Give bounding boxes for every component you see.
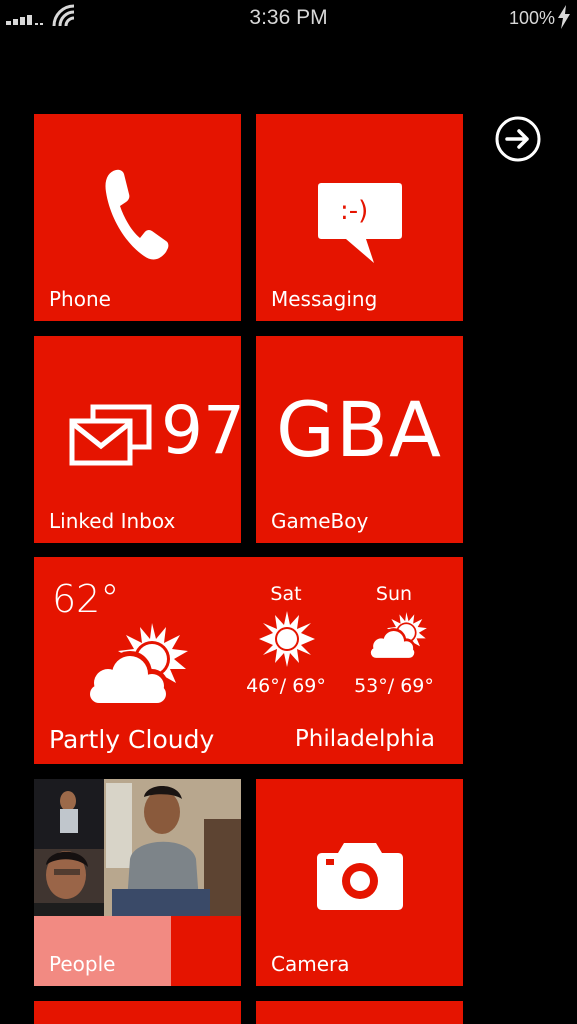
- tile-camera-label: Camera: [271, 952, 350, 976]
- status-bar: 3:36 PM 100%: [0, 0, 577, 36]
- weather-condition: Partly Cloudy: [49, 725, 215, 754]
- tile-camera[interactable]: Camera: [256, 779, 463, 986]
- gameboy-logo-text: GBA: [276, 385, 443, 474]
- camera-icon: [317, 843, 403, 910]
- charging-icon: [558, 5, 570, 29]
- tile-weather[interactable]: 62° Sat 46°/ 69° Sun 53°/ 69° Partly Clo…: [34, 557, 463, 764]
- sun-cloud-icon: [369, 612, 427, 659]
- phone-icon: [105, 169, 169, 260]
- tile-partial-left[interactable]: [34, 1001, 241, 1024]
- current-temperature: 62°: [52, 577, 120, 621]
- tile-gameboy-label: GameBoy: [271, 509, 369, 533]
- forecast-day-2: Sun: [375, 583, 413, 605]
- messaging-emoticon: :-): [340, 196, 369, 226]
- weather-city: Philadelphia: [294, 726, 435, 752]
- tile-people-label: People: [49, 952, 116, 976]
- sun-icon: [259, 611, 315, 667]
- forecast-range-1: 46°/ 69°: [246, 675, 326, 697]
- tile-phone-label: Phone: [49, 287, 111, 311]
- tile-gameboy[interactable]: GBA GameBoy: [256, 336, 463, 543]
- tile-messaging[interactable]: :-) Messaging: [256, 114, 463, 321]
- tile-linked-inbox[interactable]: 97 Linked Inbox: [34, 336, 241, 543]
- tile-people[interactable]: People: [34, 779, 241, 986]
- tile-phone[interactable]: Phone: [34, 114, 241, 321]
- mail-icon: [69, 404, 152, 466]
- inbox-unread-count: 97: [161, 392, 241, 469]
- forecast-day-1: Sat: [270, 583, 302, 605]
- status-time: 3:36 PM: [249, 6, 328, 29]
- battery-percentage: 100%: [508, 8, 555, 28]
- tile-partial-right[interactable]: [256, 1001, 463, 1024]
- sun-cloud-icon: [88, 623, 188, 705]
- arrow-right-icon[interactable]: [495, 116, 541, 162]
- forecast-range-2: 53°/ 69°: [354, 675, 434, 697]
- tile-messaging-label: Messaging: [271, 287, 378, 311]
- tile-linked-inbox-label: Linked Inbox: [49, 509, 176, 533]
- people-photo-collage: [34, 779, 241, 916]
